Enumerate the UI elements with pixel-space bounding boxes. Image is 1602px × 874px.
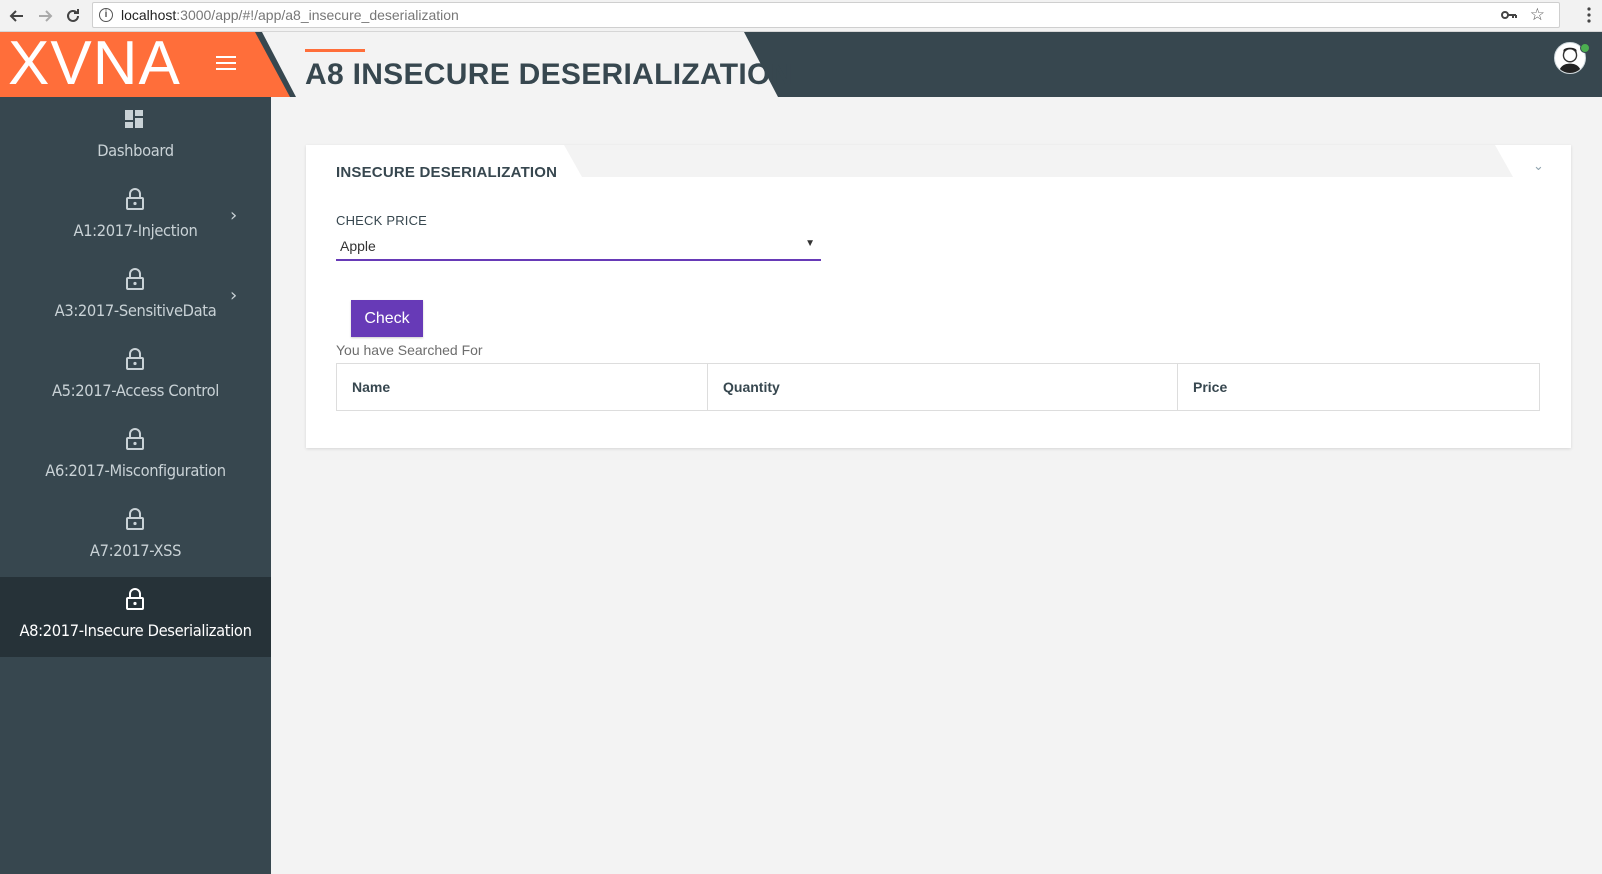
bookmark-star-icon[interactable]: ☆ <box>1530 6 1545 23</box>
column-header-price: Price <box>1177 363 1540 411</box>
url-path: :3000/app/#!/app/a8_insecure_deserializa… <box>176 7 459 23</box>
lock-icon <box>126 188 144 210</box>
forward-button[interactable] <box>34 5 56 27</box>
hamburger-menu-icon[interactable] <box>216 56 236 72</box>
back-button[interactable] <box>6 5 28 27</box>
card-title: INSECURE DESERIALIZATION <box>336 164 558 181</box>
sidebar-item-sensitive-data[interactable]: A3:2017-SensitiveData › <box>0 257 271 337</box>
check-button[interactable]: Check <box>351 300 423 337</box>
sidebar-item-label: A1:2017-Injection <box>73 221 198 240</box>
table-header-row: Name Quantity Price <box>336 363 1540 411</box>
check-price-label: CHECK PRICE <box>336 213 428 228</box>
title-accent-line <box>305 49 365 52</box>
chevron-down-icon[interactable]: ⌄ <box>1533 159 1547 174</box>
lock-icon <box>126 268 144 290</box>
url-host: localhost <box>121 7 177 23</box>
chevron-right-icon: › <box>230 285 238 306</box>
key-icon[interactable] <box>1501 8 1517 22</box>
info-icon[interactable]: i <box>99 8 113 22</box>
logo-area: XVNA <box>0 32 290 97</box>
sidebar-item-insecure-deserialization[interactable]: A8:2017-Insecure Deserialization <box>0 577 271 657</box>
searched-for-text: You have Searched For <box>336 342 483 358</box>
sidebar-item-label: A8:2017-Insecure Deserialization <box>19 621 252 640</box>
browser-menu-icon[interactable] <box>1586 6 1592 24</box>
sidebar-item-label: A7:2017-XSS <box>89 541 182 560</box>
sidebar-item-xss[interactable]: A7:2017-XSS <box>0 497 271 577</box>
deserialization-card: INSECURE DESERIALIZATION ⌄ CHECK PRICE A… <box>306 145 1571 448</box>
select-value: Apple <box>340 238 376 254</box>
lock-icon <box>126 588 144 610</box>
app-header: XVNA A8 INSECURE DESERIALIZATION <box>0 32 1602 97</box>
browser-toolbar: i localhost:3000/app/#!/app/a8_insecure_… <box>0 0 1602 32</box>
lock-icon <box>126 508 144 530</box>
sidebar-item-dashboard[interactable]: Dashboard <box>0 97 271 177</box>
reload-icon <box>67 9 79 22</box>
sidebar-item-misconfiguration[interactable]: A6:2017-Misconfiguration <box>0 417 271 497</box>
address-bar[interactable]: i localhost:3000/app/#!/app/a8_insecure_… <box>92 2 1560 28</box>
sidebar: Dashboard A1:2017-Injection › A3:2017-Se… <box>0 97 271 874</box>
column-header-quantity: Quantity <box>707 363 1178 411</box>
sidebar-item-label: A6:2017-Misconfiguration <box>45 461 226 480</box>
dashboard-icon <box>125 110 143 128</box>
app-logo[interactable]: XVNA <box>8 32 181 97</box>
page-title: A8 INSECURE DESERIALIZATION <box>305 58 793 91</box>
chevron-right-icon: › <box>230 205 238 226</box>
back-arrow-icon <box>9 10 23 22</box>
sidebar-item-access-control[interactable]: A5:2017-Access Control <box>0 337 271 417</box>
fruit-select[interactable]: Apple ▼ <box>336 233 821 261</box>
sidebar-item-label: A3:2017-SensitiveData <box>54 301 217 320</box>
forward-arrow-icon <box>39 10 53 22</box>
lock-icon <box>126 348 144 370</box>
sidebar-item-label: Dashboard <box>97 141 174 160</box>
lock-icon <box>126 428 144 450</box>
reload-button[interactable] <box>62 5 84 27</box>
dropdown-caret-icon: ▼ <box>805 238 815 249</box>
sidebar-item-label: A5:2017-Access Control <box>51 381 220 400</box>
sidebar-item-injection[interactable]: A1:2017-Injection › <box>0 177 271 257</box>
online-status-dot <box>1580 43 1590 53</box>
column-header-name: Name <box>336 363 708 411</box>
results-table: Name Quantity Price <box>336 363 1540 411</box>
url-text: localhost:3000/app/#!/app/a8_insecure_de… <box>121 7 459 23</box>
